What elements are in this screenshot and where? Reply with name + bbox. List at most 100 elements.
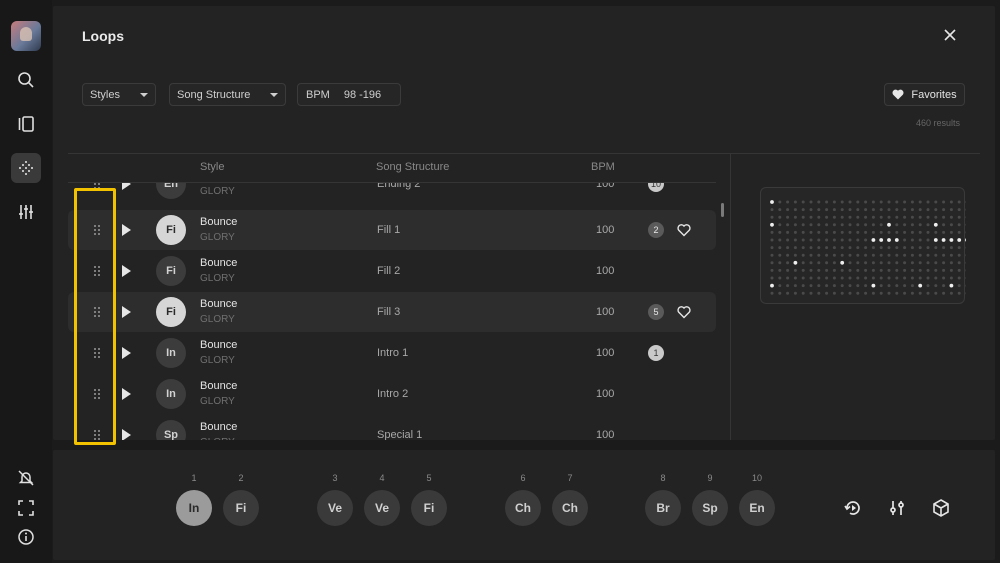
slot-number: 2 [238, 473, 244, 483]
pattern-step-off [825, 276, 829, 280]
results-count: 460 results [915, 118, 960, 128]
loops-button[interactable] [11, 153, 41, 183]
pattern-step-off [887, 208, 891, 212]
search-button[interactable] [11, 65, 41, 95]
play-icon[interactable] [122, 347, 131, 359]
loop-refresh-icon[interactable] [843, 498, 863, 518]
column-header-bpm[interactable]: BPM [591, 161, 615, 173]
notifications-button[interactable] [11, 463, 41, 493]
slot-button[interactable]: Br [645, 490, 681, 526]
pattern-step-off [926, 246, 930, 250]
column-header-structure[interactable]: Song Structure [376, 161, 449, 173]
pattern-step-on [770, 283, 774, 288]
song-structure-dropdown[interactable]: Song Structure [169, 83, 286, 106]
slot-button[interactable]: Ve [364, 490, 400, 526]
pattern-step-off [926, 238, 930, 242]
pattern-step-off [825, 291, 829, 295]
column-header-style[interactable]: Style [200, 161, 224, 173]
pattern-step-off [879, 223, 883, 227]
mixer-button[interactable] [11, 197, 41, 227]
pattern-step-off [895, 208, 899, 212]
slot-number: 8 [660, 473, 666, 483]
slot-button[interactable]: Ch [505, 490, 541, 526]
pattern-grid [770, 200, 966, 295]
play-icon[interactable] [122, 265, 131, 277]
pattern-step-off [778, 215, 782, 219]
pattern-step-off [770, 238, 774, 242]
slot-number: 4 [379, 473, 385, 483]
play-icon[interactable] [122, 224, 131, 236]
pattern-step-off [934, 268, 938, 272]
pattern-step-off [778, 200, 782, 204]
table-row[interactable]: Fi Bounce GLORY Fill 1 100 2 [68, 210, 716, 250]
slot-button[interactable]: Fi [411, 490, 447, 526]
pattern-step-off [949, 200, 953, 204]
heart-icon[interactable] [677, 305, 691, 319]
pattern-step-off [942, 223, 946, 227]
pattern-step-off [848, 223, 852, 227]
close-icon[interactable] [941, 26, 959, 44]
bpm-range-field[interactable]: BPM 98 -196 [297, 83, 401, 106]
pattern-step-off [871, 261, 875, 265]
settings-adjust-icon[interactable] [887, 498, 907, 518]
library-button[interactable] [11, 109, 41, 139]
pattern-step-off [942, 230, 946, 234]
table-row[interactable]: En GLORY Ending 2 100 10 [68, 182, 716, 204]
pattern-step-off [965, 292, 966, 295]
row-structure: Ending 2 [377, 182, 421, 190]
pattern-step-off [949, 253, 953, 257]
heart-icon[interactable] [677, 223, 691, 237]
pattern-step-off [965, 261, 966, 264]
pattern-step-off [770, 261, 774, 265]
pattern-step-off [942, 215, 946, 219]
styles-dropdown[interactable]: Styles [82, 83, 156, 106]
slot-button[interactable]: In [176, 490, 212, 526]
slot-button[interactable]: Ch [552, 490, 588, 526]
pattern-step-off [817, 284, 821, 288]
avatar[interactable] [11, 21, 41, 51]
pattern-step-off [887, 215, 891, 219]
pattern-step-off [770, 230, 774, 234]
pattern-step-off [903, 208, 907, 212]
slot-button[interactable]: Fi [223, 490, 259, 526]
table-row[interactable]: Fi Bounce GLORY Fill 2 100 [68, 251, 716, 291]
pattern-step-off [895, 284, 899, 288]
pattern-step-off [871, 276, 875, 280]
fullscreen-button[interactable] [11, 493, 41, 523]
pattern-step-off [934, 261, 938, 265]
pattern-step-on [949, 283, 954, 288]
play-icon[interactable] [122, 388, 131, 400]
pattern-step-off [778, 291, 782, 295]
info-button[interactable] [11, 522, 41, 552]
pattern-step-on [918, 283, 923, 288]
search-icon [18, 72, 34, 88]
slot-number: 10 [751, 473, 762, 483]
pattern-step-off [864, 284, 868, 288]
pattern-step-off [895, 246, 899, 250]
table-row[interactable]: In Bounce GLORY Intro 1 100 1 [68, 333, 716, 373]
pattern-step-off [864, 291, 868, 295]
slot-button[interactable]: Sp [692, 490, 728, 526]
favorites-button[interactable]: Favorites [884, 83, 965, 106]
play-icon[interactable] [122, 429, 131, 440]
table-row[interactable]: Sp Bounce GLORY Special 1 100 [68, 415, 716, 440]
loops-list: En GLORY Ending 2 100 10 Fi Bounce GLORY Fill 1 1… [68, 182, 728, 440]
pattern-step-off [926, 215, 930, 219]
slot-button[interactable]: Ve [317, 490, 353, 526]
table-row[interactable]: In Bounce GLORY Intro 2 100 [68, 374, 716, 414]
slot-button[interactable]: En [739, 490, 775, 526]
scrollbar[interactable] [721, 203, 724, 217]
table-row[interactable]: Fi Bounce GLORY Fill 3 100 5 [68, 292, 716, 332]
cube-icon[interactable] [931, 498, 951, 518]
pattern-step-off [965, 276, 966, 280]
pattern-step-off [903, 284, 907, 288]
pattern-step-off [856, 238, 860, 242]
pattern-step-off [879, 261, 883, 265]
play-icon[interactable] [122, 306, 131, 318]
play-icon[interactable] [122, 182, 131, 190]
pattern-step-off [926, 253, 930, 257]
pattern-step-off [793, 230, 797, 234]
pattern-step-off [770, 291, 774, 295]
fullscreen-icon [18, 500, 34, 516]
pattern-step-off [934, 200, 938, 204]
